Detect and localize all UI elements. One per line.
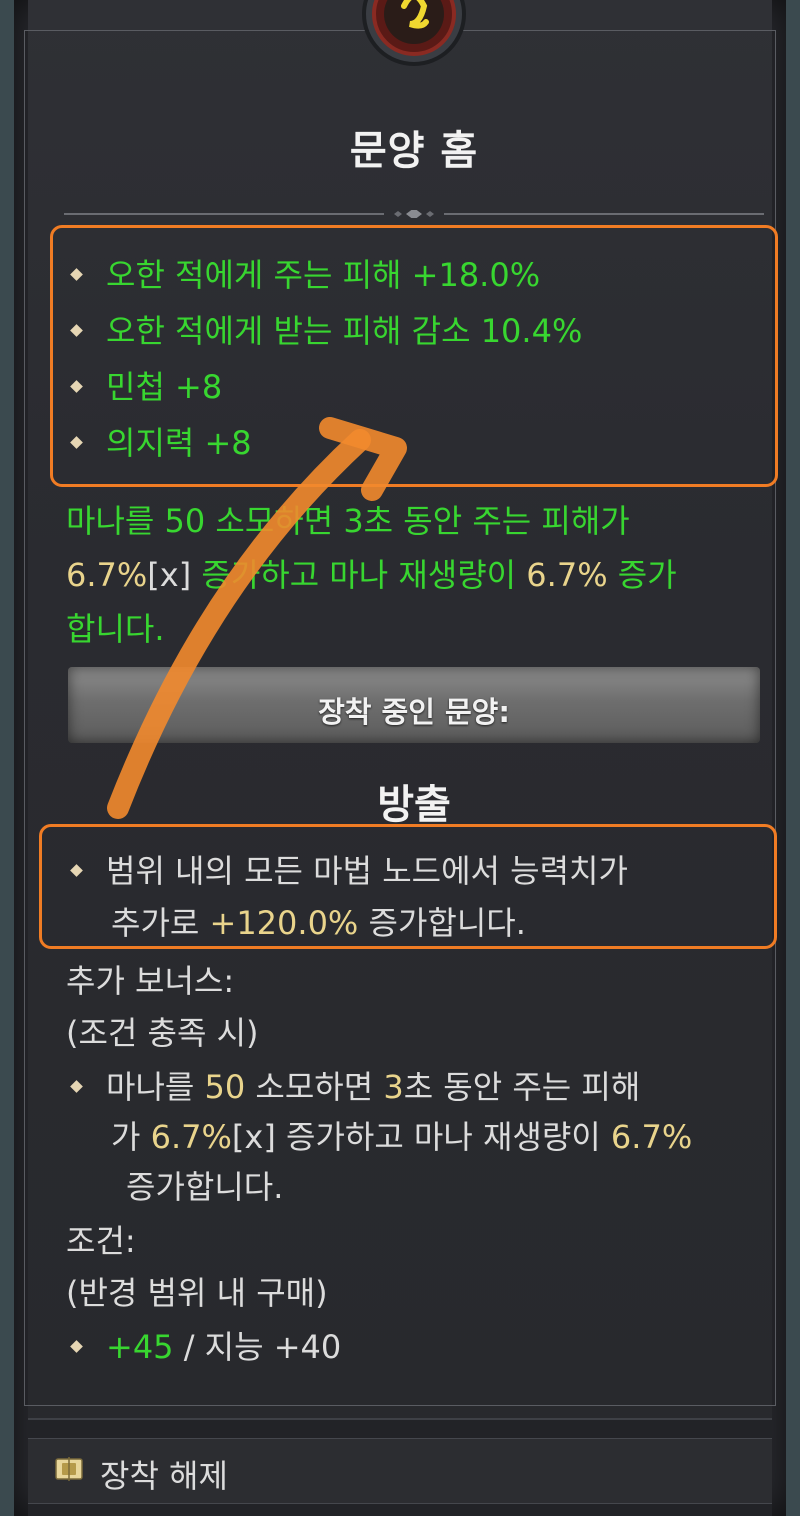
effect-line: 범위 내의 모든 마법 노드에서 능력치가 [70, 846, 628, 892]
bullet-icon [70, 1339, 83, 1353]
bonus-value: 3 [383, 1068, 404, 1106]
bullet-icon [70, 323, 83, 337]
bonus-text: 마나를 [106, 1068, 205, 1106]
effect-text: 추가로 [111, 904, 210, 942]
bonus-x: [x] [231, 1118, 276, 1156]
bullet-icon [70, 863, 83, 877]
effect-text: 범위 내의 모든 마법 노드에서 능력치가 [106, 852, 628, 890]
glyph-magic-text: 마나를 50 소모하면 3초 동안 주는 피해가 6.7%[x] 증가하고 마나… [66, 494, 766, 656]
stat-label: 오한 적에게 받는 피해 감소 10.4% [106, 312, 583, 350]
requirement-header: 조건: [66, 1222, 136, 1260]
title-divider [64, 210, 764, 218]
requirement-note: (반경 범위 내 구매) [66, 1274, 328, 1312]
equipped-glyph-name: 방출 [377, 782, 451, 828]
magic-value: 6.7% [66, 556, 148, 594]
magic-line: 6.7%[x] 증가하고 마나 재생량이 6.7% 증가 [66, 548, 766, 602]
additional-bonus-note: (조건 충족 시) [66, 1014, 259, 1052]
equipped-banner-label: 장착 중인 문양: [318, 695, 510, 729]
bullet-icon [70, 435, 83, 449]
bullet-icon [70, 379, 83, 393]
magic-text-mid: 증가하고 마나 재생량이 [191, 556, 527, 594]
effect-line: 추가로 +120.0% 증가합니다. [111, 898, 526, 944]
bonus-text: 소모하면 [245, 1068, 384, 1106]
bonus-line: 가 6.7%[x] 증가하고 마나 재생량이 6.7% [111, 1112, 692, 1158]
tooltip-footer: 장착 해제 [28, 1418, 772, 1516]
stat-label: 의지력 +8 [106, 424, 252, 462]
glyph-title: 문양 홈 [349, 128, 479, 174]
bonus-text: 가 [111, 1118, 151, 1156]
magic-x: [x] [147, 556, 192, 594]
tooltip-frame: 문양 홈 오한 적에게 주는 피해 +18.0% 오한 적에게 받는 피해 감소… [0, 0, 800, 1516]
magic-value: 6.7% [526, 556, 608, 594]
magic-text-end: 증가 [607, 556, 677, 594]
bonus-line: 증가합니다. [126, 1168, 284, 1206]
requirement-value: +45 [106, 1328, 174, 1366]
glyph-emblem-icon [362, 0, 466, 66]
stat-row: 오한 적에게 받는 피해 감소 10.4% [70, 306, 583, 352]
unequip-label: 장착 해제 [100, 1457, 228, 1495]
bonus-line: 마나를 50 소모하면 3초 동안 주는 피해 [70, 1062, 641, 1108]
stat-row: 민첩 +8 [70, 362, 223, 408]
magic-line: 합니다. [66, 610, 165, 648]
stat-label: 오한 적에게 주는 피해 +18.0% [106, 256, 541, 294]
effect-text: 증가합니다. [358, 904, 526, 942]
effect-value: +120.0% [209, 904, 359, 942]
additional-bonus-header: 추가 보너스: [66, 962, 235, 1000]
bullet-icon [70, 267, 83, 281]
bonus-value: 50 [204, 1068, 246, 1106]
unequip-glyph-icon [55, 1457, 83, 1481]
requirement-line: +45 / 지능 +40 [70, 1322, 342, 1368]
bonus-value: 6.7% [610, 1118, 693, 1156]
unequip-button[interactable]: 장착 해제 [28, 1438, 772, 1504]
magic-line: 마나를 50 소모하면 3초 동안 주는 피해가 [66, 502, 630, 540]
equipped-banner: 장착 중인 문양: [68, 667, 760, 743]
stat-row: 의지력 +8 [70, 418, 252, 464]
bonus-text: 초 동안 주는 피해 [403, 1068, 641, 1106]
requirement-text: / 지능 +40 [173, 1328, 342, 1366]
bonus-text: 증가하고 마나 재생량이 [275, 1118, 611, 1156]
stat-label: 민첩 +8 [106, 368, 223, 406]
bullet-icon [70, 1079, 83, 1093]
stat-row: 오한 적에게 주는 피해 +18.0% [70, 250, 541, 296]
bonus-value: 6.7% [150, 1118, 232, 1156]
